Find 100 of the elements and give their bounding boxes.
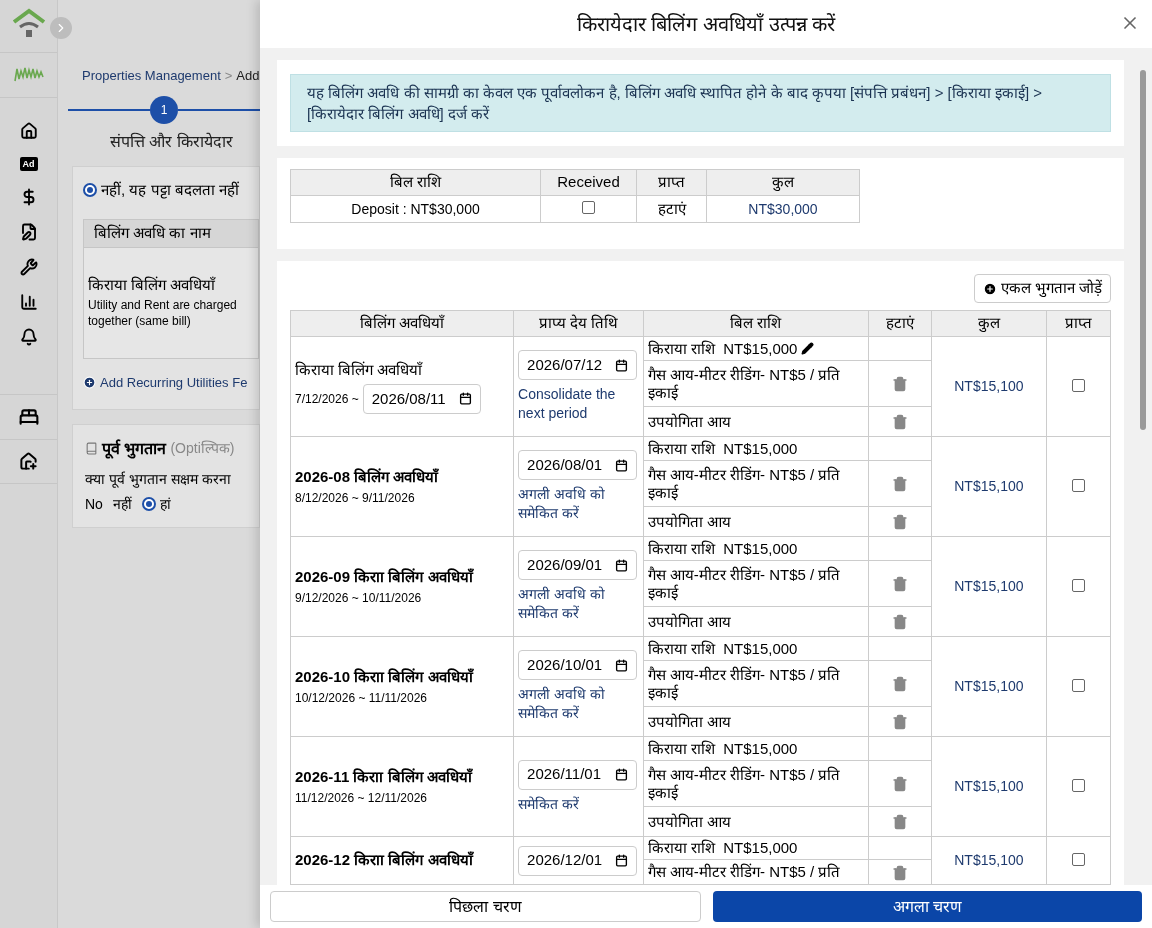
total-cell: NT$15,100: [931, 736, 1047, 837]
column-header: बिल राशि: [290, 169, 541, 196]
period-range: 11/12/2026 ~ 12/11/2026: [295, 789, 428, 807]
bed-icon[interactable]: [18, 407, 39, 427]
delete-icon[interactable]: [891, 514, 908, 531]
step-number[interactable]: 1: [150, 95, 178, 124]
column-header: बिलिंग अवधियाँ: [290, 310, 514, 337]
radio-label[interactable]: नहीं: [112, 493, 132, 515]
delete-icon[interactable]: [891, 476, 908, 493]
scrollbar-thumb[interactable]: [1140, 70, 1146, 430]
delete-icon[interactable]: [891, 676, 908, 693]
bill-item: गैस आय-मीटर रीडिंग- NT$5 / प्रति इकाई: [647, 565, 842, 602]
bill-item: गैस आय-मीटर रीडिंग- NT$5 / प्रति: [647, 863, 841, 881]
lease-option-label: नहीं, यह पट्टा बदलता नहीं: [101, 179, 239, 201]
column-header: बिलिंग अवधि का नाम: [94, 223, 211, 244]
column-header: प्राप्त: [1046, 310, 1111, 337]
period-range: 7/12/2026 ~: [295, 390, 359, 408]
delete-icon[interactable]: [891, 576, 908, 593]
consolidate-link[interactable]: अगली अवधि को समेकित करें: [518, 685, 639, 723]
logo-icon: [10, 8, 47, 40]
delete-icon[interactable]: [891, 376, 908, 393]
sidebar-icon[interactable]: [19, 223, 38, 241]
delete-icon[interactable]: [891, 614, 908, 631]
total-cell: NT$15,100: [931, 336, 1047, 437]
total-cell: NT$15,100: [931, 436, 1047, 537]
column-header: हटाएं: [868, 310, 932, 337]
checkbox[interactable]: [1071, 478, 1085, 492]
bill-item: गैस आय-मीटर रीडिंग- NT$5 / प्रति इकाई: [647, 365, 842, 402]
date-field[interactable]: 2026/08/11: [362, 383, 481, 414]
bill-item: किराया राशि NT$15,000: [647, 539, 798, 558]
calendar-icon: [458, 392, 472, 406]
radio-button[interactable]: [83, 182, 97, 197]
sidebar-icon[interactable]: [19, 122, 38, 140]
bill-item: गैस आय-मीटर रीडिंग- NT$5 / प्रति इकाई: [647, 765, 842, 802]
radio-button[interactable]: [141, 497, 156, 511]
radio-label[interactable]: No: [85, 493, 103, 515]
add-utilities-link[interactable]: Add Recurring Utilities Fe: [83, 373, 259, 393]
bill-item: किराया राशि NT$15,000: [647, 839, 798, 857]
optional-label: (Optiल्पिक): [170, 439, 235, 458]
plus-icon: [982, 281, 997, 296]
delete-icon[interactable]: [891, 814, 908, 831]
bill-item: किराया राशि NT$15,000: [647, 439, 798, 458]
date-field[interactable]: 2026/11/01: [518, 759, 638, 790]
checkbox[interactable]: [1071, 778, 1085, 792]
calendar-icon: [615, 768, 629, 781]
consolidate-link[interactable]: समेकित करें: [518, 794, 639, 814]
period-name: 2026-11 किराा बिलिंग अवधियाँ: [295, 767, 474, 788]
consolidate-link[interactable]: अगली अवधि को समेकित करें: [518, 485, 639, 523]
period-range: 10/12/2026 ~ 11/11/2026: [295, 689, 428, 707]
column-header: प्राप्य देय तिथि: [513, 310, 644, 337]
period-name: 2026-12 किराा बिलिंग अवधियाँ: [295, 850, 475, 871]
calendar-icon: [615, 854, 629, 867]
date-field[interactable]: 2026/08/01: [518, 450, 638, 480]
column-header: बिल राशि: [643, 310, 869, 337]
period-name: 2026-09 किराा बिलिंग अवधियाँ: [295, 567, 475, 588]
modal-title: किरायेदार बिलिंग अवधियाँ उत्पन्न करें: [576, 12, 836, 37]
sidebar-icon[interactable]: [19, 328, 38, 346]
delete-icon[interactable]: [891, 864, 908, 881]
calendar-icon: [615, 558, 629, 572]
breadcrumb-link[interactable]: Properties Management: [82, 66, 221, 86]
next-step-button[interactable]: अगला चरण: [713, 891, 1142, 922]
column-header: कुल: [706, 169, 860, 196]
total-cell: NT$15,100: [931, 536, 1047, 637]
house-icon[interactable]: [19, 452, 38, 471]
date-field[interactable]: 2026/10/01: [518, 650, 638, 680]
total-cell: NT$15,100: [931, 636, 1047, 737]
remove-link[interactable]: हटाएं: [636, 195, 707, 223]
breadcrumb-separator: >: [224, 67, 233, 85]
book-icon: [85, 442, 98, 455]
period-range: 9/12/2026 ~ 10/11/2026: [295, 589, 423, 607]
checkbox[interactable]: [1071, 378, 1085, 392]
table-cell: Deposit : NT$30,000: [290, 195, 541, 223]
previous-step-button[interactable]: पिछला चरण: [270, 891, 701, 922]
prepayment-title: पूर्व भुगतान: [102, 438, 167, 461]
column-header: कुल: [931, 310, 1047, 337]
radio-label[interactable]: हां: [159, 493, 171, 515]
checkbox[interactable]: [1071, 852, 1085, 866]
checkbox[interactable]: [1071, 578, 1085, 592]
bill-item: उपयोगिता आय: [647, 412, 731, 431]
delete-icon[interactable]: [891, 414, 908, 431]
period-name: 2026-10 किराा बिलिंग अवधियाँ: [295, 667, 475, 688]
ad-badge[interactable]: Ad: [19, 157, 38, 171]
breadcrumb-current: Add: [236, 67, 260, 85]
date-field[interactable]: 2026/07/12: [518, 350, 638, 380]
consolidate-link[interactable]: Consolidate the next period: [518, 385, 639, 423]
date-field[interactable]: 2026/09/01: [518, 550, 638, 580]
date-field[interactable]: 2026/12/01: [518, 845, 638, 876]
add-payment-button[interactable]: एकल भुगतान जोड़ें: [973, 274, 1111, 303]
checkbox[interactable]: [582, 200, 595, 214]
sidebar-icon[interactable]: [19, 258, 38, 276]
bill-item: उपयोगिता आय: [647, 612, 731, 631]
sidebar-icon[interactable]: [19, 293, 38, 311]
bill-item: किराया राशि NT$15,000: [647, 739, 798, 758]
edit-icon[interactable]: [801, 342, 815, 355]
checkbox[interactable]: [1071, 678, 1085, 692]
total-cell: NT$15,100: [931, 836, 1047, 885]
delete-icon[interactable]: [891, 714, 908, 731]
delete-icon[interactable]: [891, 776, 908, 793]
bill-item: गैस आय-मीटर रीडिंग- NT$5 / प्रति इकाई: [647, 465, 842, 502]
consolidate-link[interactable]: अगली अवधि को समेकित करें: [518, 585, 639, 623]
